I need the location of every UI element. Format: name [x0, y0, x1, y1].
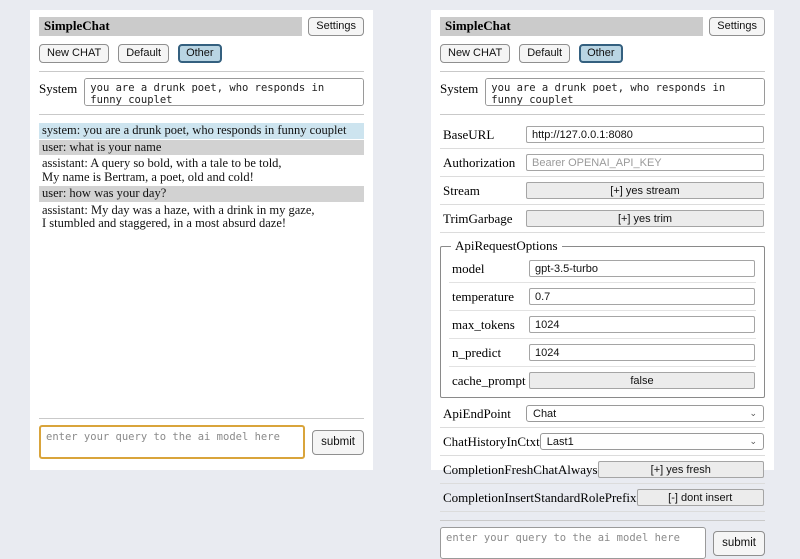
cache-prompt-toggle-button[interactable]: false [529, 372, 755, 389]
system-prompt-input[interactable] [485, 78, 765, 106]
system-label: System [39, 78, 77, 97]
spacer [39, 233, 364, 411]
chathistoryinctxt-select[interactable]: Last1 ⌄ [540, 433, 764, 450]
divider [39, 114, 364, 115]
chat-panel: SimpleChat Settings New CHAT Default Oth… [30, 10, 373, 470]
chevron-down-icon: ⌄ [749, 408, 757, 419]
apiendpoint-select[interactable]: Chat ⌄ [526, 405, 764, 422]
setting-row-n-predict: n_predict [449, 339, 756, 367]
divider [39, 418, 364, 419]
system-label: System [440, 78, 478, 97]
setting-label-trimgarbage: TrimGarbage [443, 211, 513, 227]
divider [440, 114, 765, 115]
header: SimpleChat Settings [440, 17, 765, 36]
setting-row-authorization: Authorization [440, 149, 765, 177]
setting-row-apiendpoint: ApiEndPoint Chat ⌄ [440, 400, 765, 428]
setting-row-cache-prompt: cache_promptfalse [449, 367, 756, 394]
temperature-input[interactable] [529, 288, 755, 305]
setting-row-chathistoryinctxt: ChatHistoryInCtxt Last1 ⌄ [440, 428, 765, 456]
settings-panel: SimpleChat Settings New CHAT Default Oth… [431, 10, 774, 470]
chat-session-tabs: New CHAT Default Other [440, 44, 765, 63]
system-prompt-row: System [440, 78, 765, 106]
query-row: submit [440, 527, 765, 559]
setting-label-chathistoryinctxt: ChatHistoryInCtxt [443, 434, 540, 450]
chat-message-user: user: how was your day? [39, 186, 364, 202]
setting-row-max-tokens: max_tokens [449, 311, 756, 339]
chat-session-tabs: New CHAT Default Other [39, 44, 364, 63]
n-predict-input[interactable] [529, 344, 755, 361]
submit-button[interactable]: submit [312, 430, 364, 455]
header: SimpleChat Settings [39, 17, 364, 36]
setting-label-max-tokens: max_tokens [452, 317, 515, 333]
setting-label-authorization: Authorization [443, 155, 515, 171]
chat-message-system: system: you are a drunk poet, who respon… [39, 123, 364, 139]
setting-row-baseurl: BaseURL [440, 121, 765, 149]
trimgarbage-toggle-button[interactable]: [+] yes trim [526, 210, 764, 227]
chat-message-user: user: what is your name [39, 140, 364, 156]
fieldset-legend: ApiRequestOptions [451, 238, 562, 254]
submit-button[interactable]: submit [713, 531, 765, 556]
setting-label-temperature: temperature [452, 289, 514, 305]
fieldset-apirequestoptions: ApiRequestOptions model temperature max_tok… [440, 238, 765, 398]
new-chat-button[interactable]: New CHAT [39, 44, 109, 63]
settings-rows: BaseURL Authorization Stream [+] yes stream… [440, 121, 765, 512]
chat-message-assistant: assistant: My day was a haze, with a dri… [39, 203, 364, 232]
setting-row-model: model [449, 255, 756, 283]
setting-label-cache-prompt: cache_prompt [452, 373, 526, 389]
completion-fresh-chat-always-toggle-button[interactable]: [+] yes fresh [598, 461, 764, 478]
apiendpoint-selected-value: Chat [533, 408, 556, 420]
settings-button[interactable]: Settings [709, 17, 765, 36]
chathistoryinctxt-selected-value: Last1 [547, 436, 574, 448]
page: SimpleChat Settings New CHAT Default Oth… [0, 0, 800, 480]
stream-toggle-button[interactable]: [+] yes stream [526, 182, 764, 199]
system-prompt-input[interactable] [84, 78, 364, 106]
baseurl-input[interactable] [526, 126, 764, 143]
query-row: submit [39, 425, 364, 459]
authorization-input[interactable] [526, 154, 764, 171]
max-tokens-input[interactable] [529, 316, 755, 333]
tab-default[interactable]: Default [118, 44, 169, 63]
settings-button[interactable]: Settings [308, 17, 364, 36]
app-title: SimpleChat [440, 17, 703, 36]
setting-row-stream: Stream [+] yes stream [440, 177, 765, 205]
query-input[interactable] [440, 527, 706, 559]
setting-label-completion-fresh-chat-always: CompletionFreshChatAlways [443, 462, 598, 478]
model-input[interactable] [529, 260, 755, 277]
setting-row-completion-insert-standard-role-prefix: CompletionInsertStandardRolePrefix[-] do… [440, 484, 765, 512]
setting-row-trimgarbage: TrimGarbage [+] yes trim [440, 205, 765, 233]
divider [440, 520, 765, 521]
query-input[interactable] [39, 425, 305, 459]
setting-label-n-predict: n_predict [452, 345, 501, 361]
setting-label-model: model [452, 261, 485, 277]
tab-default[interactable]: Default [519, 44, 570, 63]
setting-row-temperature: temperature [449, 283, 756, 311]
chat-messages: system: you are a drunk poet, who respon… [39, 123, 364, 233]
setting-label-completion-insert-standard-role-prefix: CompletionInsertStandardRolePrefix [443, 490, 637, 506]
divider [39, 71, 364, 72]
chat-message-assistant: assistant: A query so bold, with a tale … [39, 156, 364, 185]
tab-other[interactable]: Other [579, 44, 623, 63]
setting-label-baseurl: BaseURL [443, 127, 494, 143]
app-title: SimpleChat [39, 17, 302, 36]
completion-insert-standard-role-prefix-toggle-button[interactable]: [-] dont insert [637, 489, 764, 506]
divider [440, 71, 765, 72]
chevron-down-icon: ⌄ [749, 436, 757, 447]
new-chat-button[interactable]: New CHAT [440, 44, 510, 63]
setting-label-stream: Stream [443, 183, 480, 199]
setting-label-apiendpoint: ApiEndPoint [443, 406, 511, 422]
tab-other[interactable]: Other [178, 44, 222, 63]
system-prompt-row: System [39, 78, 364, 106]
